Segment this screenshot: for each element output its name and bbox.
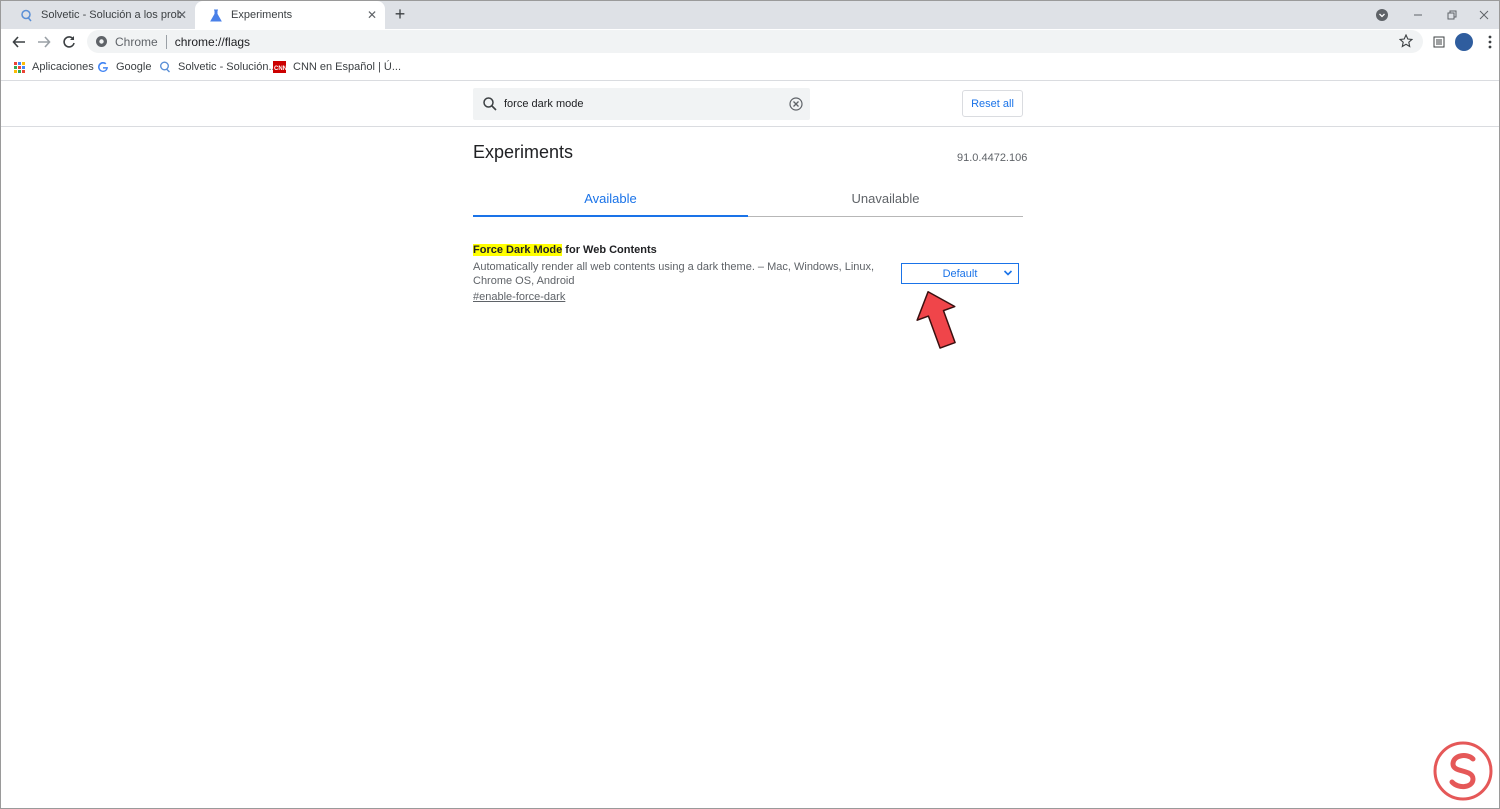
tab-unavailable[interactable]: Unavailable [748, 181, 1023, 216]
bookmark-label: CNN en Español | Ú... [293, 61, 402, 73]
bookmark-label: Google [116, 61, 152, 73]
bookmark-label: Aplicaciones [32, 61, 94, 73]
tab-available[interactable]: Available [473, 181, 748, 217]
bookmark-solvetic[interactable]: Solvetic - Solución... [159, 55, 278, 79]
clear-icon[interactable] [789, 97, 803, 111]
flags-header: force dark mode Reset all [1, 82, 1499, 127]
solvetic-favicon [159, 61, 171, 73]
apps-icon [13, 61, 25, 73]
site-name: Chrome [115, 34, 158, 49]
cnn-icon: CNN [273, 61, 286, 73]
restore-icon[interactable] [1435, 1, 1469, 29]
minimize-icon[interactable] [1401, 1, 1435, 29]
bookmark-apps[interactable]: Aplicaciones [13, 55, 94, 79]
select-value: Default [942, 267, 978, 280]
close-icon[interactable]: ✕ [365, 8, 379, 22]
red-arrow-icon [916, 290, 956, 349]
toolbar: Chrome chrome://flags [1, 29, 1499, 55]
page-title: Experiments [473, 142, 574, 162]
close-window-icon[interactable] [1467, 1, 1500, 29]
tab-solvetic[interactable]: Solvetic - Solución a los problemas ✕ [5, 1, 195, 29]
bookmark-label: Solvetic - Solución... [178, 61, 278, 73]
star-icon[interactable] [1398, 33, 1414, 48]
search-icon [483, 97, 497, 111]
forward-icon[interactable] [34, 32, 54, 52]
menu-icon[interactable] [1480, 32, 1500, 52]
url-text: chrome://flags [174, 34, 251, 49]
search-input[interactable]: force dark mode [473, 88, 810, 120]
back-icon[interactable] [9, 32, 29, 52]
experiment-state-select[interactable]: Default [901, 263, 1019, 284]
search-value: force dark mode [504, 98, 584, 110]
flask-icon [209, 8, 223, 22]
experiment-name: Force Dark Mode for Web Contents [473, 243, 1023, 258]
version-label: 91.0.4472.106 [957, 152, 1028, 164]
experiments-tabs: Available Unavailable [473, 181, 1023, 217]
experiment-description: Automatically render all web contents us… [473, 261, 875, 287]
address-bar[interactable]: Chrome chrome://flags [87, 30, 1423, 53]
reset-all-button[interactable]: Reset all [962, 90, 1023, 117]
tab-search-icon[interactable] [1365, 1, 1399, 29]
divider [165, 34, 167, 49]
solvetic-favicon [19, 8, 33, 22]
reading-list-icon[interactable] [1429, 32, 1449, 52]
bookmark-google[interactable]: Google [97, 55, 151, 79]
bookmark-cnn[interactable]: CNN CNN en Español | Ú... [273, 55, 401, 79]
bookmarks-bar: Aplicaciones Google Solvetic - Solución.… [1, 55, 1499, 81]
svg-text:CNN: CNN [274, 66, 286, 72]
close-icon[interactable]: ✕ [175, 8, 189, 22]
search-highlight: Force Dark Mode [473, 244, 563, 256]
tab-experiments[interactable]: Experiments ✕ [195, 1, 385, 29]
tab-title: Solvetic - Solución a los problemas [41, 9, 181, 21]
reload-icon[interactable] [59, 32, 79, 52]
tab-strip: Solvetic - Solución a los problemas ✕ Ex… [1, 1, 1499, 29]
chrome-icon [95, 35, 109, 49]
avatar[interactable] [1455, 33, 1473, 51]
experiment-name-rest: for Web Contents [562, 244, 657, 256]
solvetic-logo [1433, 741, 1493, 801]
chevron-down-icon [1003, 270, 1013, 276]
new-tab-button[interactable]: + [391, 5, 409, 24]
google-icon [97, 61, 109, 73]
tab-title: Experiments [231, 9, 293, 21]
